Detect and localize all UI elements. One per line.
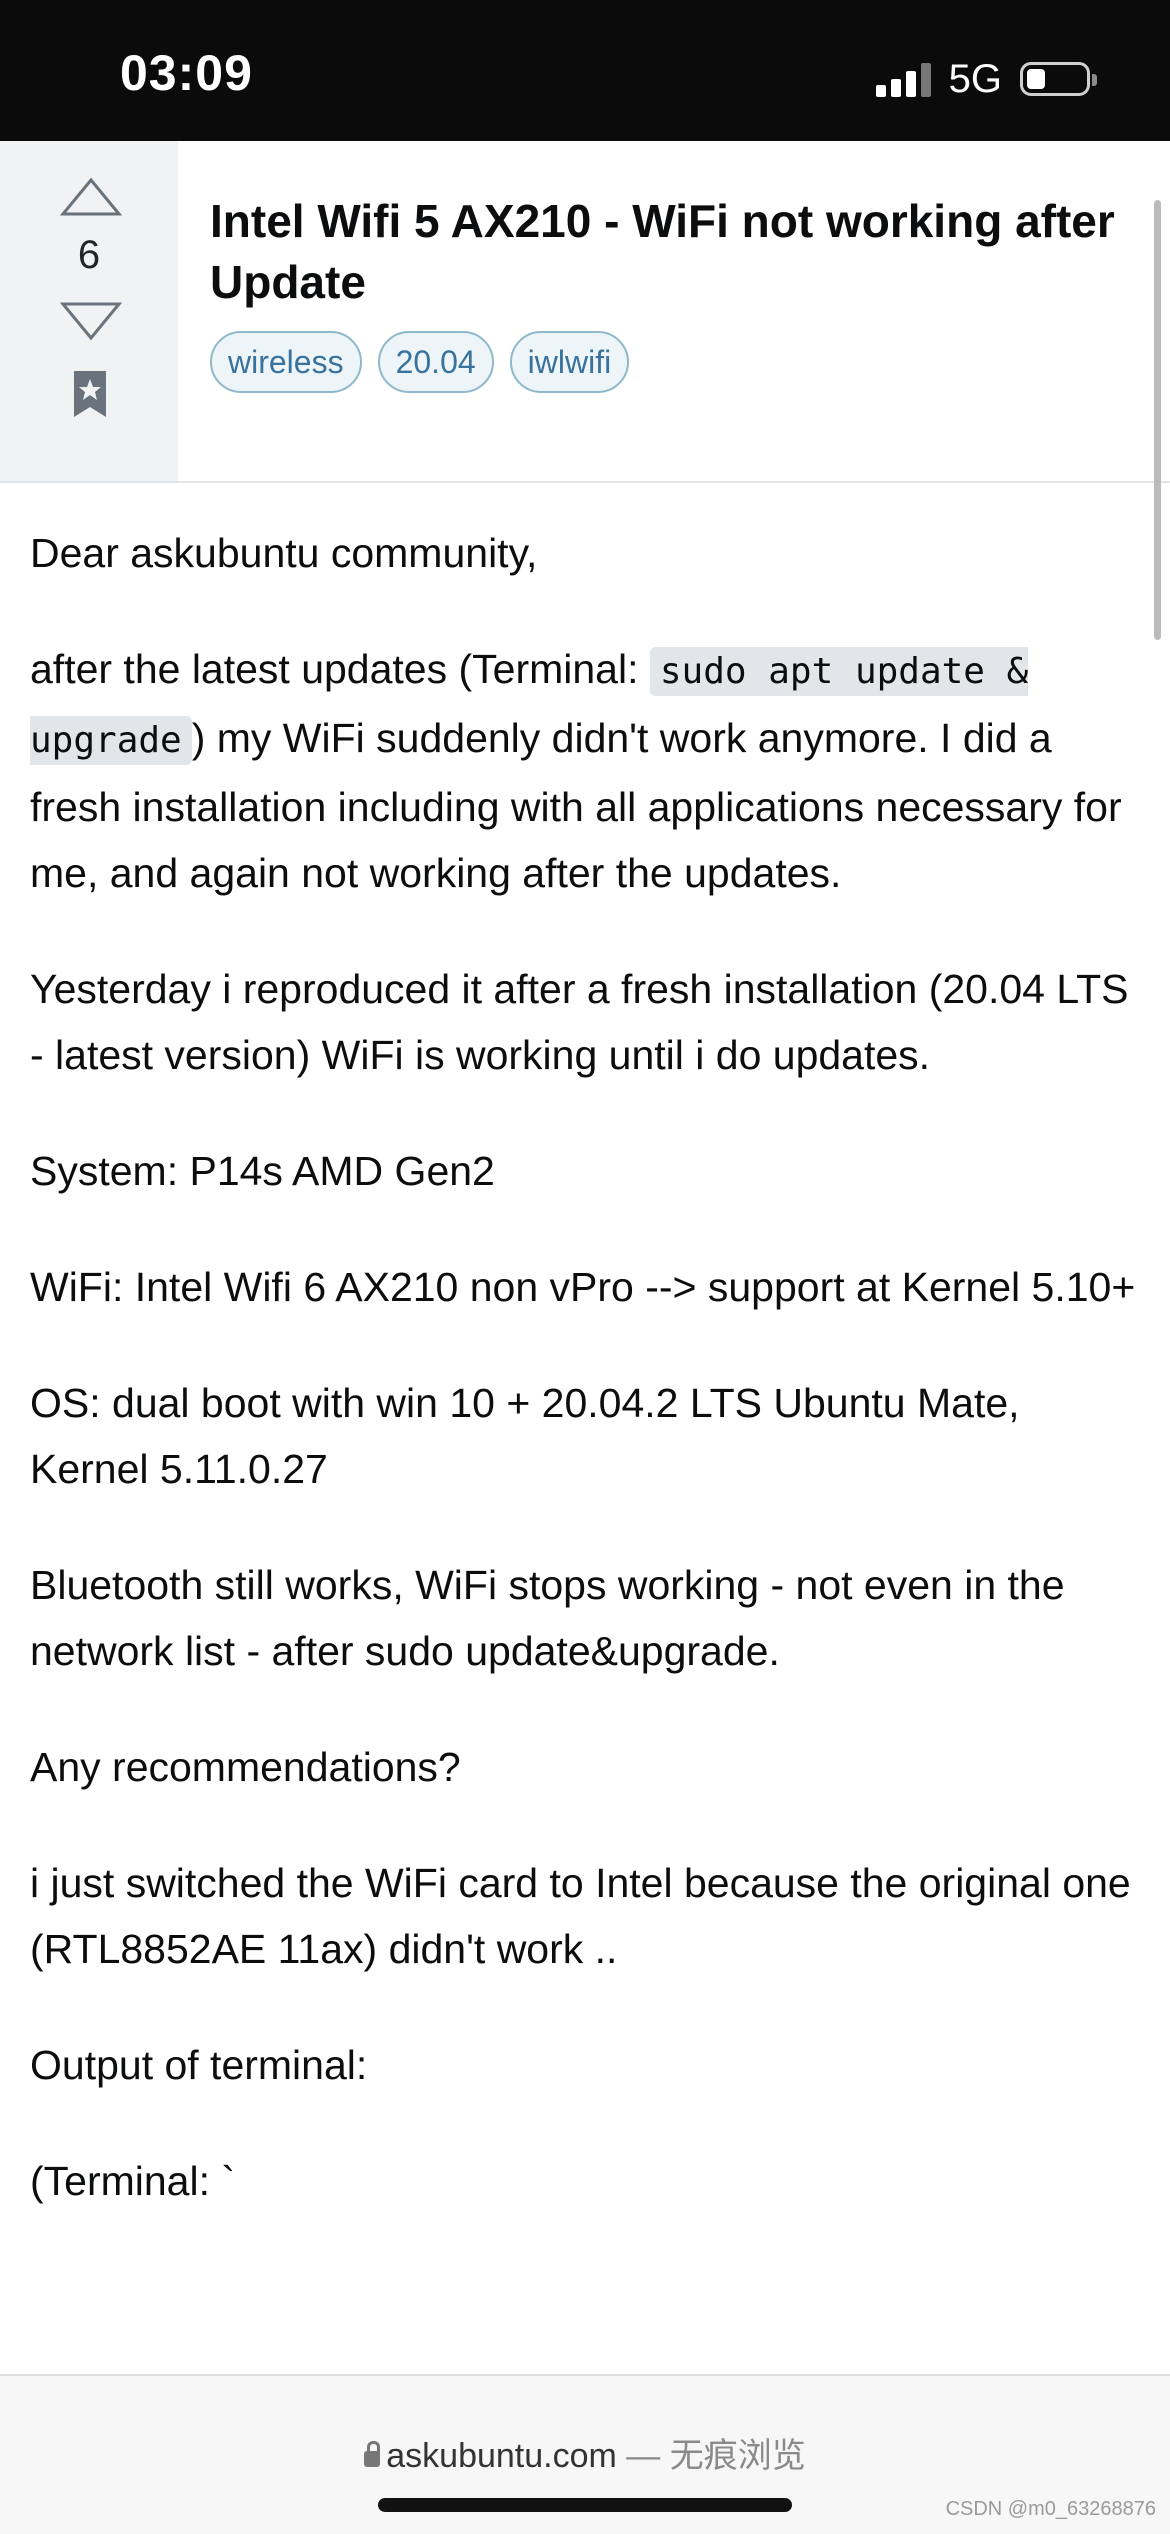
vote-up-icon[interactable] xyxy=(60,177,122,217)
status-time: 03:09 xyxy=(120,45,253,101)
url-display[interactable]: askubuntu.com — 无痕浏览 xyxy=(0,2428,1170,2477)
tag-20-04[interactable]: 20.04 xyxy=(377,331,494,393)
bookmark-icon[interactable] xyxy=(72,369,108,419)
body-paragraph: Yesterday i reproduced it after a fresh … xyxy=(30,966,1129,1078)
tag-iwlwifi[interactable]: iwlwifi xyxy=(509,331,630,393)
vote-count: 6 xyxy=(77,233,101,277)
vote-column: 6 xyxy=(0,141,178,481)
question-title[interactable]: Intel Wifi 5 AX210 - WiFi not working af… xyxy=(210,191,1145,313)
body-paragraph: Dear askubuntu community, xyxy=(30,530,538,576)
body-paragraph: WiFi: Intel Wifi 6 AX210 non vPro --> su… xyxy=(30,1264,1136,1310)
body-paragraph: System: P14s AMD Gen2 xyxy=(30,1148,495,1194)
body-paragraph: (Terminal: ` xyxy=(30,2158,236,2204)
home-indicator[interactable] xyxy=(378,2498,792,2512)
status-bar: 03:09 5G xyxy=(0,0,1170,141)
tag-wireless[interactable]: wireless xyxy=(210,331,362,393)
body-paragraph: after the latest updates (Terminal: sudo… xyxy=(30,636,1145,906)
status-indicators: 5G xyxy=(875,54,1097,104)
watermark: CSDN @m0_63268876 xyxy=(945,2498,1156,2520)
question-body: Dear askubuntu community, after the late… xyxy=(30,520,1145,2264)
network-type: 5G xyxy=(948,56,1002,101)
body-paragraph: OS: dual boot with win 10 + 20.04.2 LTS … xyxy=(30,1380,1020,1492)
body-text: after the latest updates (Terminal: xyxy=(30,646,650,692)
signal-icon xyxy=(875,61,931,97)
body-text: ) my WiFi suddenly didn't work anymore. … xyxy=(30,715,1122,896)
question-header: 6 Intel Wifi 5 AX210 - WiFi not working … xyxy=(0,141,1170,483)
body-paragraph: Output of terminal: xyxy=(30,2042,368,2088)
scrollbar[interactable] xyxy=(1154,200,1161,640)
body-paragraph: i just switched the WiFi card to Intel b… xyxy=(30,1860,1131,1972)
url-domain: askubuntu.com xyxy=(386,2437,617,2475)
private-mode-label: — 无痕浏览 xyxy=(616,2437,806,2475)
body-paragraph: Any recommendations? xyxy=(30,1744,461,1790)
lock-icon xyxy=(364,2441,381,2467)
vote-down-icon[interactable] xyxy=(60,301,122,341)
tag-list: wireless 20.04 iwlwifi xyxy=(210,331,630,393)
battery-icon xyxy=(1020,62,1097,96)
body-paragraph: Bluetooth still works, WiFi stops workin… xyxy=(30,1562,1065,1674)
